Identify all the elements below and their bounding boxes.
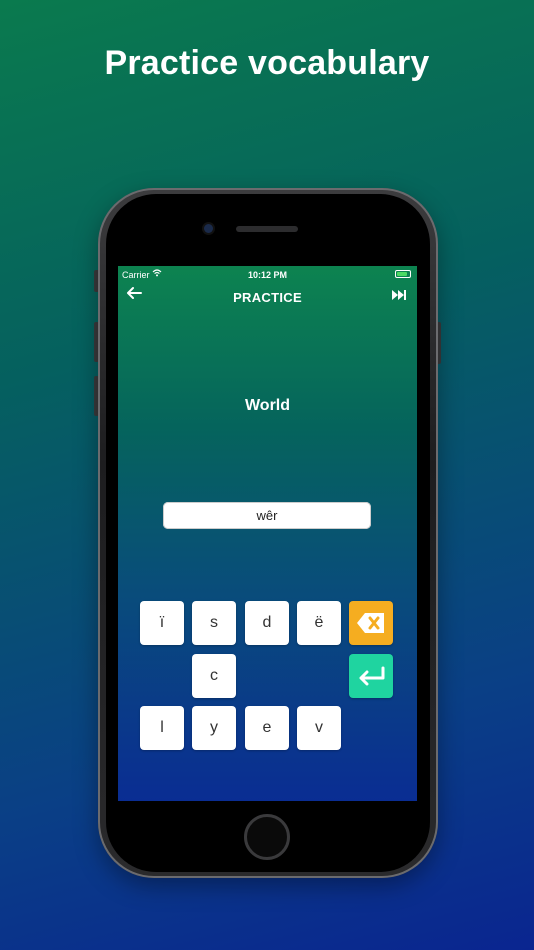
key-letter[interactable]: c: [192, 654, 236, 698]
fast-forward-icon: [392, 290, 406, 300]
page-title: PRACTICE: [233, 290, 302, 305]
enter-button[interactable]: [349, 654, 393, 698]
delete-button[interactable]: [349, 601, 393, 645]
earpiece-speaker: [236, 226, 298, 232]
return-icon: [359, 666, 385, 686]
battery-icon: [395, 270, 411, 278]
answer-field[interactable]: wêr: [163, 502, 371, 529]
key-letter[interactable]: v: [297, 706, 341, 750]
skip-button[interactable]: [391, 289, 407, 301]
backspace-icon: [357, 613, 384, 633]
home-button[interactable]: [244, 814, 290, 860]
app-screen: Carrier 10:12 PM PRACTICE World wêr ï s …: [118, 266, 417, 801]
front-camera: [204, 224, 213, 233]
key-letter[interactable]: y: [192, 706, 236, 750]
headline: Practice vocabulary: [104, 44, 430, 82]
status-time: 10:12 PM: [247, 270, 288, 280]
key-letter[interactable]: l: [140, 706, 184, 750]
key-letter[interactable]: ï: [140, 601, 184, 645]
key-letter[interactable]: s: [192, 601, 236, 645]
key-letter[interactable]: ë: [297, 601, 341, 645]
key-letter[interactable]: d: [245, 601, 289, 645]
status-bar: Carrier 10:12 PM: [118, 266, 417, 282]
key-letter[interactable]: e: [245, 706, 289, 750]
prompt-word: World: [244, 397, 291, 414]
